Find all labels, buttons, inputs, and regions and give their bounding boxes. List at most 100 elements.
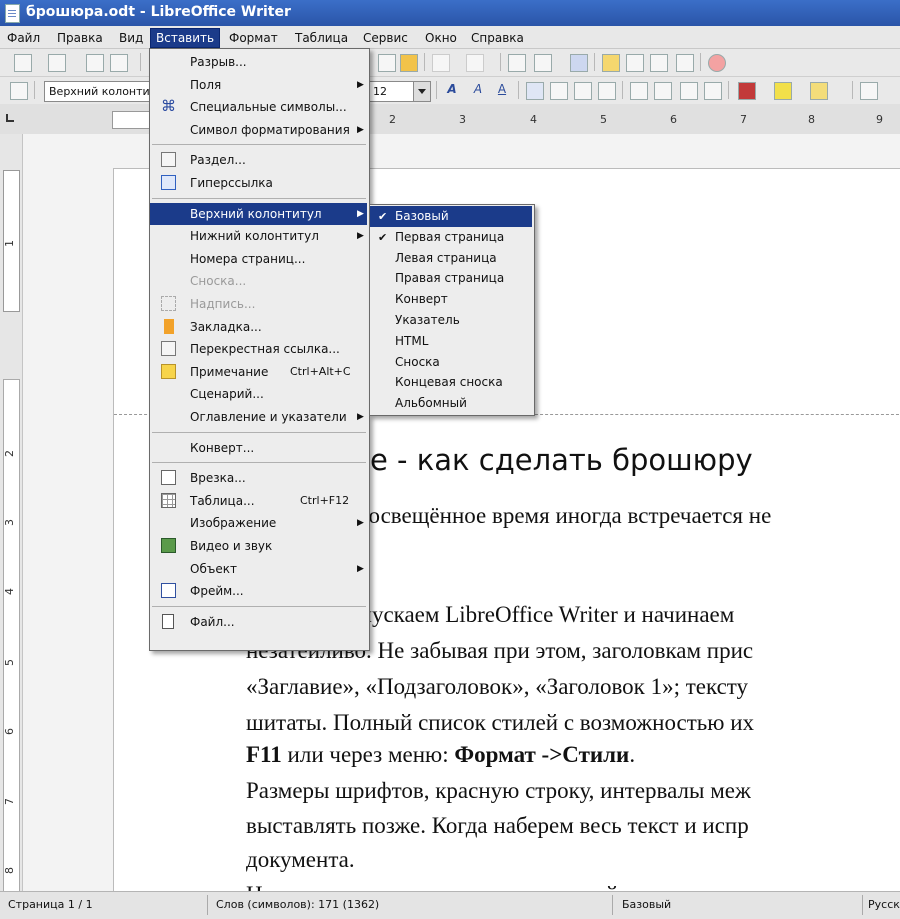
pilcrow-icon[interactable] [676,54,694,72]
status-separator [862,895,863,915]
inline-text: или через меню: [281,742,455,767]
insert-menu-item[interactable]: ⌘ Специальные символы... [150,96,367,118]
ruler-mark: 9 [876,113,883,126]
header-submenu-item[interactable]: Указатель [370,310,532,331]
header-submenu-item[interactable]: Сноска [370,352,532,373]
menu-separator [152,197,366,199]
menu-item-label: Поля [190,77,222,92]
insert-table-icon[interactable] [534,54,552,72]
insert-menu-item[interactable]: Надпись... [150,293,367,315]
font-size-dropdown-icon[interactable] [413,81,431,102]
gallery-icon[interactable] [626,54,644,72]
menu-4[interactable]: Формат [224,30,283,46]
show-draw-functions-icon[interactable] [570,54,588,72]
formatting-toolbar: Верхний колонтит 12 A A A [0,77,900,105]
header-submenu-item[interactable]: Правая страница [370,268,532,289]
menu-8[interactable]: Справка [466,30,529,46]
help-icon[interactable] [708,54,726,72]
menu-6[interactable]: Сервис [358,30,413,46]
data-sources-icon[interactable] [650,54,668,72]
bold-icon[interactable]: A [444,82,460,98]
menu-1[interactable]: Правка [52,30,108,46]
insert-menu-item[interactable]: Верхний колонтитул ▶ [150,202,367,225]
menu-item-label: Перекрестная ссылка... [190,342,340,357]
insert-menu-item[interactable]: Закладка... [150,316,367,338]
menu-3[interactable]: Вставить [150,28,221,48]
insert-menu-item[interactable]: Поля ▶ [150,74,367,96]
insert-menu-item[interactable]: Изображение ▶ [150,512,367,534]
header-submenu-item[interactable]: Альбомный [370,393,532,414]
background-color-icon[interactable] [810,82,828,100]
header-submenu-item[interactable]: Конверт [370,289,532,310]
insert-menu-item[interactable]: Раздел... [150,149,367,171]
undo-icon[interactable] [432,54,450,72]
header-submenu-item[interactable]: ✔ Первая страница [370,227,532,248]
submenu-arrow-icon: ▶ [357,518,364,529]
sidebar-icon[interactable] [860,82,878,100]
underline-icon[interactable]: A [494,82,510,98]
insert-menu-item[interactable]: Фрейм... [150,580,367,602]
insert-menu-item[interactable]: Перекрестная ссылка... [150,338,367,360]
cross-reference-icon [161,341,176,357]
header-submenu-item[interactable]: Левая страница [370,248,532,269]
menu-item-label: Врезка... [190,471,246,486]
styles-icon[interactable] [10,82,28,100]
insert-menu-item[interactable]: Сноска... [150,270,367,292]
open-icon[interactable] [48,54,66,72]
paintbrush-icon[interactable] [400,54,418,72]
document-line: «Заглавие», «Подзаголовок», «Заголовок 1… [246,674,749,699]
redo-icon[interactable] [466,54,484,72]
toolbar-separator [140,53,141,71]
horizontal-ruler[interactable]: 2 3 4 5 6 7 8 9 [0,104,900,135]
highlight-icon[interactable] [774,82,792,100]
submenu-item-label: Альбомный [395,396,467,411]
vruler-mark: 8 [3,867,16,874]
export-icon[interactable] [110,54,128,72]
menu-7[interactable]: Окно [420,30,462,46]
toolbar-separator [34,81,35,99]
paragraph-style-combo[interactable]: Верхний колонтит [44,81,150,102]
font-size-combo[interactable]: 12 [368,81,414,102]
insert-menu-item[interactable]: Видео и звук [150,535,367,557]
insert-menu-item[interactable]: Нижний колонтитул ▶ [150,225,367,247]
insert-menu-item[interactable]: Оглавление и указатели ▶ [150,406,367,428]
checkmark-icon: ✔ [378,210,388,223]
align-left-icon[interactable] [526,82,544,100]
header-submenu: ✔ Базовый ✔ Первая страница Левая страница Пр… [369,204,535,416]
insert-menu-item[interactable]: Разрыв... [150,51,367,73]
insert-menu-item[interactable]: Врезка... [150,467,367,489]
insert-menu-item[interactable]: Таблица... Ctrl+F12 [150,490,367,512]
numbering-icon[interactable] [630,82,648,100]
header-submenu-item[interactable]: ✔ Базовый [370,206,532,227]
hyperlink-icon[interactable] [508,54,526,72]
vertical-ruler[interactable]: 1 2 3 4 5 6 7 8 [0,134,23,901]
insert-menu-item[interactable]: Файл... [150,611,367,633]
header-submenu-item[interactable]: HTML [370,331,532,352]
bullets-icon[interactable] [654,82,672,100]
align-right-icon[interactable] [574,82,592,100]
menu-2[interactable]: Вид [114,30,148,46]
insert-menu-item[interactable]: Конверт... [150,437,367,459]
increase-indent-icon[interactable] [704,82,722,100]
italic-icon[interactable]: A [470,82,486,98]
insert-menu-item[interactable]: Примечание Ctrl+Alt+C [150,361,367,383]
clone-formatting-icon[interactable] [378,54,396,72]
decrease-indent-icon[interactable] [680,82,698,100]
insert-menu-item[interactable]: Гиперссылка [150,172,367,194]
insert-menu-item[interactable]: Номера страниц... [150,248,367,270]
tab-stop-icon[interactable] [6,114,14,122]
insert-menu-item[interactable]: Сценарий... [150,383,367,405]
table-icon [161,492,176,508]
navigator-icon[interactable] [602,54,620,72]
header-submenu-item[interactable]: Концевая сноска [370,372,532,393]
justify-icon[interactable] [598,82,616,100]
insert-menu-item[interactable]: Символ форматирования ▶ [150,119,367,141]
save-icon[interactable] [86,54,104,72]
page-indicator: Страница 1 / 1 [8,898,93,911]
font-color-icon[interactable] [738,82,756,100]
menu-0[interactable]: Файл [2,30,45,46]
align-center-icon[interactable] [550,82,568,100]
menu-5[interactable]: Таблица [290,30,353,46]
insert-menu-item[interactable]: Объект ▶ [150,558,367,580]
new-document-icon[interactable] [14,54,32,72]
